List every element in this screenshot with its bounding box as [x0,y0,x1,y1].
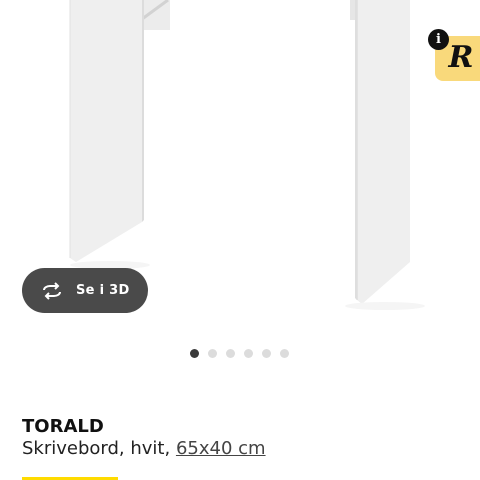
view-3d-button[interactable]: Se i 3D [22,268,148,313]
product-name: TORALD [22,416,104,437]
carousel-dot[interactable] [244,348,253,358]
extension-logo: R [448,40,474,75]
carousel-dot[interactable] [226,348,235,358]
carousel-dot[interactable] [208,348,217,358]
view-3d-label: Se i 3D [76,283,130,298]
carousel-dot[interactable] [262,348,271,358]
product-description-text: Skrivebord, hvit, [22,438,176,459]
product-size-link[interactable]: 65x40 cm [176,438,266,459]
info-icon[interactable]: i [428,29,449,50]
product-description: Skrivebord, hvit, 65x40 cm [22,438,266,459]
carousel-dot[interactable] [280,348,289,358]
carousel-dots [190,348,289,358]
rotate-arrows-icon [40,281,66,301]
carousel-dot[interactable] [190,348,199,358]
